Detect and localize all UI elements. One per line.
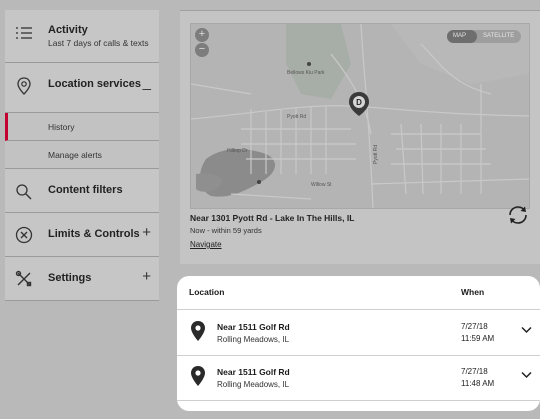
current-location-accuracy: Now - within 59 yards [190, 226, 262, 235]
column-location: Location [189, 287, 225, 297]
manage-alerts-label: Manage alerts [48, 150, 102, 160]
street-label: Pyott Rd [373, 145, 379, 164]
refresh-icon[interactable] [506, 203, 530, 227]
navigate-link[interactable]: Navigate [190, 240, 222, 249]
map-canvas: Hilltop Dr Pyott Rd Willow St Bellows Ki… [191, 24, 529, 208]
row-date: 7/27/18 [461, 322, 488, 331]
history-label: History [48, 122, 75, 132]
tools-icon [15, 270, 32, 287]
settings-title: Settings [48, 272, 92, 284]
location-history-table: Location When Near 1511 Golf Rd Rolling … [177, 276, 540, 411]
sidebar-item-limits-controls[interactable]: Limits & Controls + [5, 213, 159, 257]
marker-letter: D [356, 98, 362, 107]
current-location-card: Hilltop Dr Pyott Rd Willow St Bellows Ki… [180, 10, 540, 264]
limits-controls-title: Limits & Controls [48, 228, 140, 240]
expand-toggle[interactable]: + [142, 225, 151, 240]
street-label: Hilltop Dr [227, 148, 248, 154]
location-pin-icon [191, 366, 205, 386]
location-services-title: Location services [48, 78, 141, 90]
row-address: Near 1511 Golf Rd [217, 322, 290, 332]
content-filters-title: Content filters [48, 184, 123, 196]
table-row[interactable]: Near 1511 Golf Rd Rolling Meadows, IL 7/… [177, 310, 540, 356]
row-date: 7/27/18 [461, 367, 488, 376]
expand-toggle[interactable]: + [142, 269, 151, 284]
chevron-down-icon[interactable] [521, 371, 532, 379]
row-city: Rolling Meadows, IL [217, 335, 290, 344]
row-address: Near 1511 Golf Rd [217, 367, 290, 377]
table-row[interactable]: Near 1511 Golf Rd Rolling Meadows, IL 7/… [177, 355, 540, 401]
block-icon [15, 226, 33, 244]
activity-title: Activity [48, 24, 88, 36]
sidebar-item-location-services[interactable]: Location services _ [5, 63, 159, 113]
chevron-down-icon[interactable] [521, 326, 532, 334]
street-label: Willow St [311, 182, 332, 188]
map-view[interactable]: Hilltop Dr Pyott Rd Willow St Bellows Ki… [190, 23, 530, 209]
column-when: When [461, 287, 485, 297]
map-option[interactable]: MAP [453, 33, 466, 39]
collapse-toggle[interactable]: _ [143, 75, 151, 90]
activity-subtitle: Last 7 days of calls & texts [48, 38, 149, 48]
sidebar-item-activity[interactable]: Activity Last 7 days of calls & texts [5, 10, 159, 63]
sidebar-item-content-filters[interactable]: Content filters [5, 169, 159, 213]
list-icon [16, 27, 32, 39]
sidebar-subitem-history[interactable]: History [5, 113, 159, 141]
location-pin-icon [17, 77, 31, 95]
street-label: Bellows Kiu Park [287, 70, 325, 76]
zoom-in-button[interactable]: + [195, 28, 209, 42]
table-header: Location When [177, 276, 540, 310]
sidebar-subitem-manage-alerts[interactable]: Manage alerts [5, 141, 159, 169]
row-city: Rolling Meadows, IL [217, 380, 290, 389]
row-time: 11:59 AM [461, 334, 495, 343]
location-pin-icon [191, 321, 205, 341]
sidebar-item-settings[interactable]: Settings + [5, 257, 159, 301]
current-location-title: Near 1301 Pyott Rd - Lake In The Hills, … [190, 213, 355, 223]
satellite-option[interactable]: SATELLITE [483, 33, 514, 39]
row-time: 11:48 AM [461, 379, 495, 388]
zoom-out-button[interactable]: − [195, 43, 209, 57]
search-icon [16, 184, 32, 200]
sidebar: Activity Last 7 days of calls & texts Lo… [5, 10, 159, 301]
map-type-toggle[interactable]: MAP SATELLITE [447, 30, 521, 43]
street-label: Pyott Rd [287, 114, 306, 120]
